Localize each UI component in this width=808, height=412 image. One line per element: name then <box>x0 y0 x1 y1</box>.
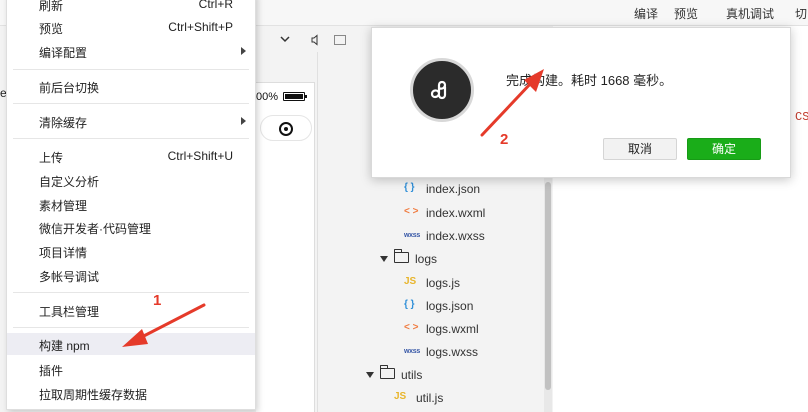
annotation-label-2: 2 <box>500 131 509 148</box>
annotation-arrows <box>122 69 544 347</box>
annotation-label-1: 1 <box>153 292 162 309</box>
annotation-arrow-2 <box>480 69 544 137</box>
annotation-arrow-1 <box>122 303 206 347</box>
